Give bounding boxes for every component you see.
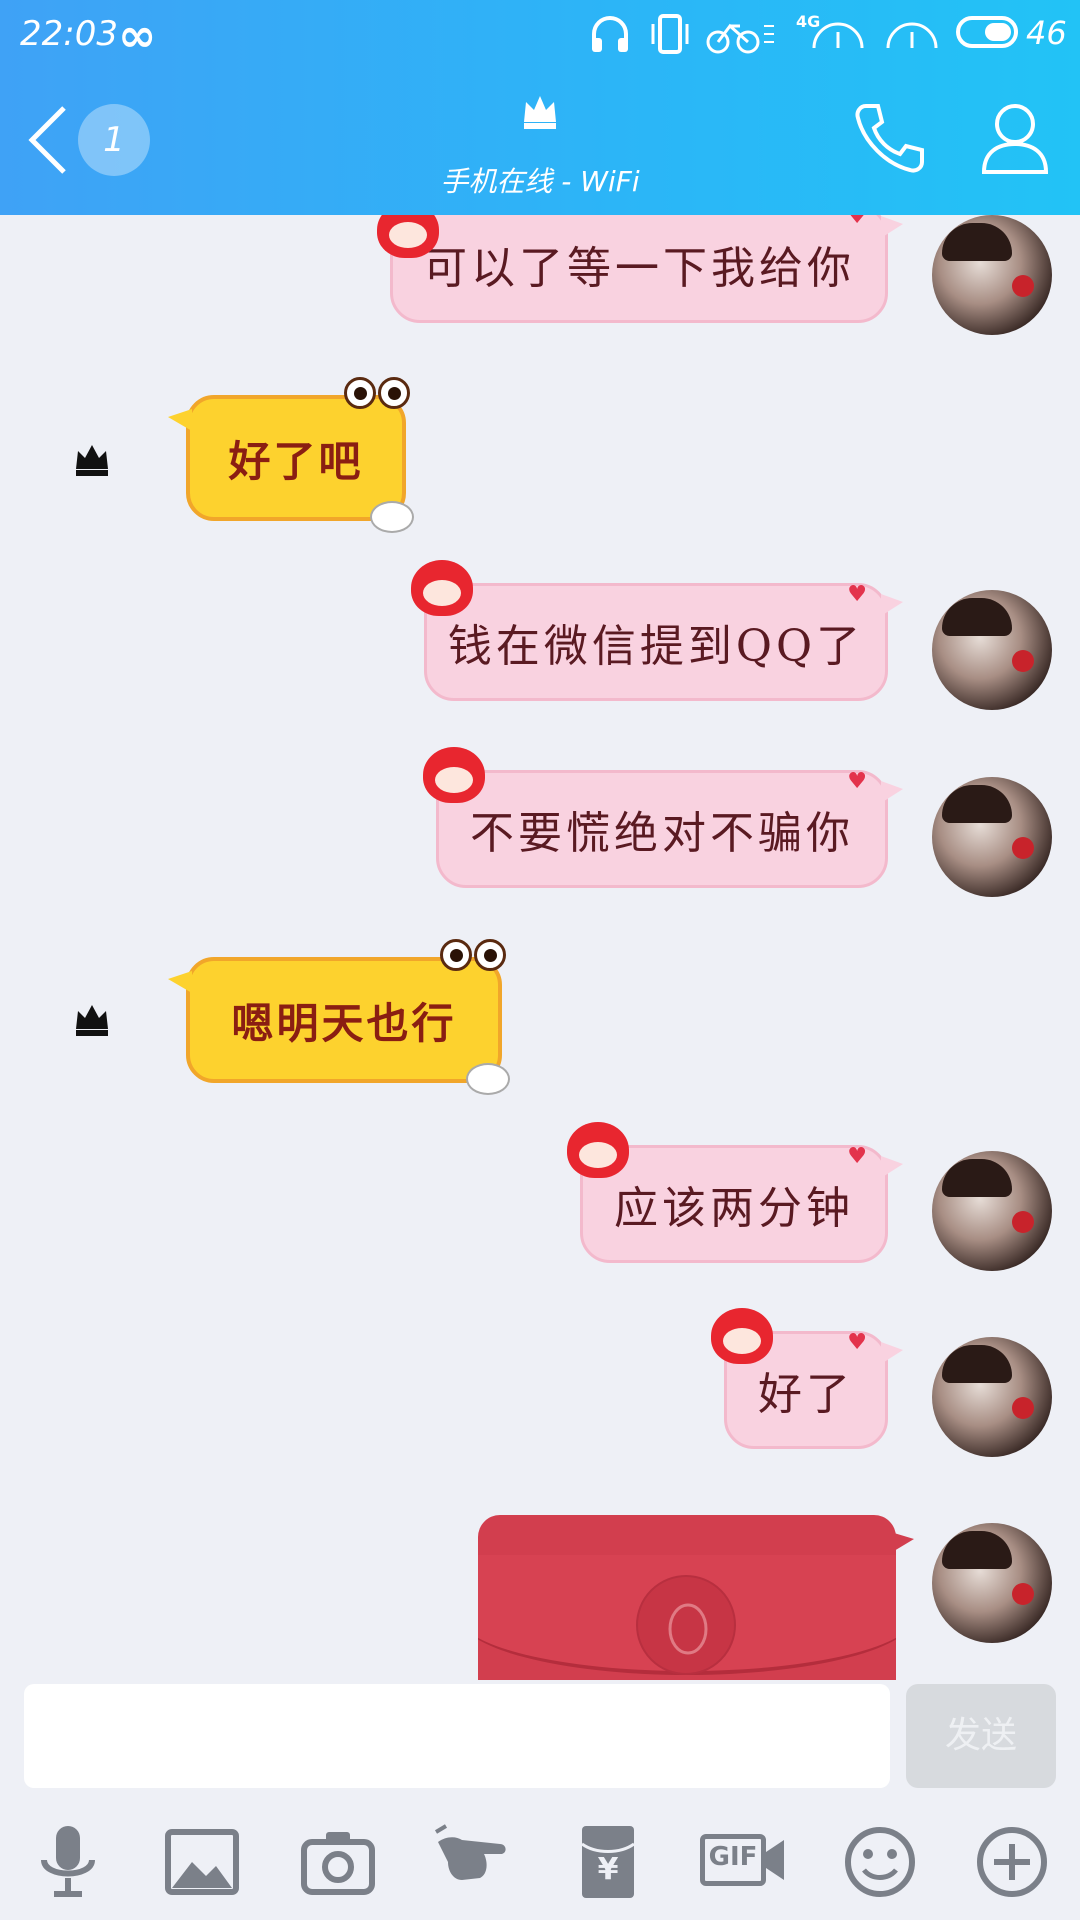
message-bubble[interactable]: ♥ 可以了等一下我给你 bbox=[377, 215, 903, 323]
message-text: 可以了等一下我给你 bbox=[423, 243, 855, 294]
fox-sticker-icon bbox=[377, 215, 439, 258]
infinity-icon: ∞ bbox=[118, 8, 157, 62]
message-bubble[interactable]: ♥ 应该两分钟 bbox=[567, 1122, 903, 1263]
avatar[interactable] bbox=[932, 215, 1052, 335]
crown-icon[interactable] bbox=[74, 1003, 110, 1039]
phone-icon[interactable] bbox=[852, 100, 928, 176]
fox-sticker-icon bbox=[567, 1122, 629, 1178]
plus-icon[interactable] bbox=[972, 1822, 1052, 1902]
crown-icon bbox=[524, 96, 556, 129]
message-text: 好了 bbox=[758, 1369, 854, 1420]
heart-icon: ♥ bbox=[847, 1144, 871, 1169]
message-bubble[interactable]: ♥ 钱在微信提到QQ了 bbox=[411, 560, 903, 701]
gif-icon[interactable]: GIF bbox=[698, 1822, 788, 1902]
emoji-icon[interactable] bbox=[840, 1822, 920, 1902]
red-packet-icon[interactable]: ¥ bbox=[568, 1822, 648, 1902]
yen-symbol: ¥ bbox=[597, 1852, 619, 1887]
bike-icon bbox=[706, 23, 774, 54]
fox-sticker-icon bbox=[411, 560, 473, 616]
message-bubble[interactable]: ♥ 不要慌绝对不骗你 bbox=[423, 747, 903, 888]
crown-icon[interactable] bbox=[74, 443, 110, 479]
camera-icon[interactable] bbox=[298, 1822, 378, 1902]
avatar[interactable] bbox=[932, 1523, 1052, 1643]
fox-sticker-icon bbox=[423, 747, 485, 803]
message-text: 不要慌绝对不骗你 bbox=[470, 808, 854, 859]
heart-icon: ♥ bbox=[847, 769, 871, 794]
avatar[interactable] bbox=[932, 590, 1052, 710]
microphone-icon[interactable] bbox=[28, 1822, 108, 1902]
status-time: 22:03 bbox=[20, 14, 118, 54]
message-text: 应该两分钟 bbox=[614, 1183, 854, 1234]
status-bar: 22:03 ∞ 4G 46 bbox=[0, 0, 1080, 68]
message-text: 钱在微信提到QQ了 bbox=[447, 621, 865, 672]
message-text: 嗯明天也行 bbox=[231, 998, 457, 1048]
toolbar: ¥ GIF bbox=[0, 1800, 1080, 1920]
eyes-sticker-icon bbox=[440, 939, 506, 971]
signal-gauge-icon bbox=[812, 22, 864, 49]
fox-sticker-icon bbox=[711, 1308, 773, 1364]
vibrate-icon bbox=[651, 14, 689, 54]
red-packet-message[interactable] bbox=[478, 1515, 896, 1680]
hand-sticker-icon bbox=[466, 1063, 510, 1095]
message-bubble[interactable]: ♥ 好了 bbox=[711, 1308, 903, 1449]
penguin-icon bbox=[636, 1575, 736, 1675]
chat-header: 22:03 ∞ 4G 46 1 手机在线 - WiFi bbox=[0, 0, 1080, 215]
poke-icon[interactable] bbox=[432, 1822, 512, 1902]
message-list[interactable]: ♥ 可以了等一下我给你 好了吧 ♥ 钱在微信提到QQ了 ♥ 不要慌绝对不骗你 嗯… bbox=[0, 215, 1080, 1680]
battery-level: 46 bbox=[1026, 14, 1067, 52]
gif-label: GIF bbox=[708, 1842, 758, 1872]
message-bubble[interactable]: 嗯明天也行 bbox=[168, 939, 510, 1095]
headphone-icon bbox=[592, 16, 628, 52]
eyes-sticker-icon bbox=[344, 377, 410, 409]
hand-sticker-icon bbox=[370, 501, 414, 533]
heart-icon: ♥ bbox=[847, 1330, 871, 1355]
message-bubble[interactable]: 好了吧 bbox=[168, 377, 414, 533]
send-button[interactable]: 发送 bbox=[906, 1684, 1056, 1788]
avatar[interactable] bbox=[932, 777, 1052, 897]
signal-gauge-icon-2 bbox=[886, 22, 938, 49]
avatar[interactable] bbox=[932, 1337, 1052, 1457]
heart-icon: ♥ bbox=[847, 215, 871, 229]
message-text: 好了吧 bbox=[228, 436, 364, 486]
input-bar: 发送 bbox=[0, 1680, 1080, 1800]
heart-icon: ♥ bbox=[847, 582, 871, 607]
profile-icon[interactable] bbox=[980, 100, 1050, 176]
image-icon[interactable] bbox=[162, 1822, 242, 1902]
avatar[interactable] bbox=[932, 1151, 1052, 1271]
battery-icon bbox=[956, 16, 1018, 48]
message-input[interactable] bbox=[24, 1684, 890, 1788]
